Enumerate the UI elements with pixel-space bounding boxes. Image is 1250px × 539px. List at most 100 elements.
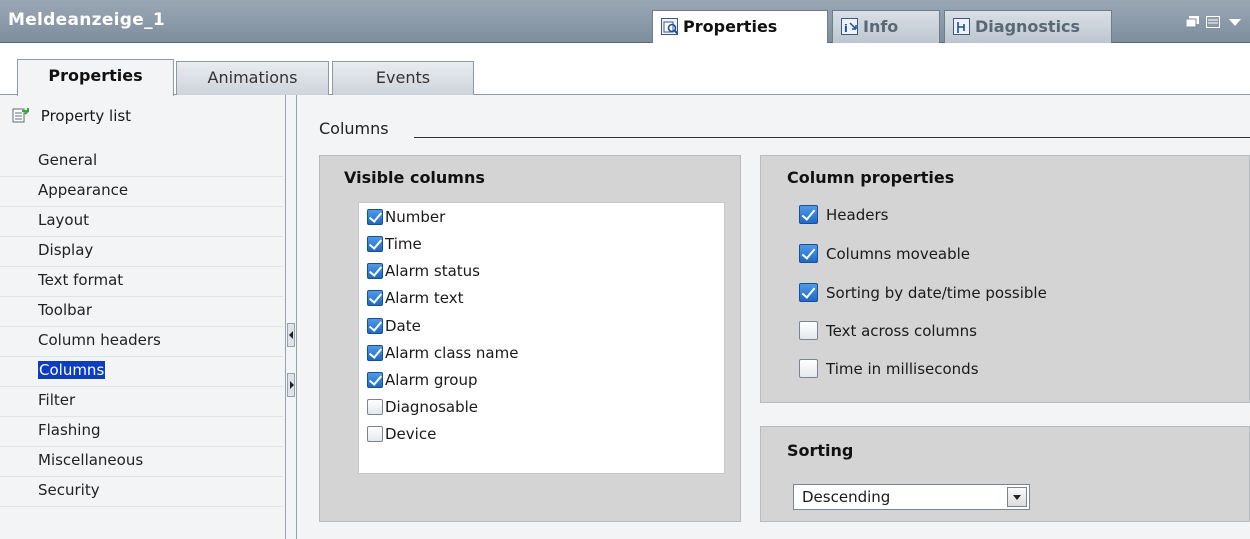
column-checkbox-label: Alarm status — [385, 262, 480, 280]
property-navigation: Property list General Appearance Layout … — [0, 95, 285, 539]
nav-item-miscellaneous[interactable]: Miscellaneous — [0, 447, 283, 477]
sorting-dropdown[interactable]: Descending — [793, 484, 1030, 510]
restore-window-icon[interactable] — [1185, 14, 1200, 28]
section-divider — [414, 137, 1250, 138]
sorting-by-date-label: Sorting by date/time possible — [826, 284, 1047, 302]
checkbox[interactable] — [799, 321, 818, 340]
sorting-title: Sorting — [787, 441, 854, 460]
tab-events[interactable]: Events — [332, 61, 474, 95]
nav-item-label: Columns — [36, 360, 107, 380]
chevron-down-icon[interactable] — [1007, 487, 1027, 507]
nav-item-text-format[interactable]: Text format — [0, 267, 283, 297]
tab-animations-label: Animations — [207, 68, 298, 87]
checkbox[interactable] — [367, 318, 383, 334]
checkbox[interactable] — [367, 263, 383, 279]
column-properties-panel: Column properties Headers Columns moveab… — [760, 155, 1250, 403]
nav-item-label: Toolbar — [38, 301, 93, 319]
column-checkbox-device[interactable]: Device — [367, 425, 436, 447]
nav-item-label: Miscellaneous — [38, 451, 144, 469]
nav-item-general[interactable]: General — [0, 147, 283, 177]
nav-list: General Appearance Layout Display Text f… — [0, 147, 283, 507]
nav-item-label: Text format — [38, 271, 124, 289]
column-checkbox-label: Alarm class name — [385, 344, 519, 362]
column-checkbox-diagnosable[interactable]: Diagnosable — [367, 398, 478, 420]
collapse-left-button[interactable] — [287, 323, 295, 347]
tab-properties-label: Properties — [48, 66, 143, 85]
column-checkbox-number[interactable]: Number — [367, 208, 445, 230]
sorting-by-date-checkbox[interactable]: Sorting by date/time possible — [799, 283, 1047, 307]
property-list-label: Property list — [40, 107, 132, 125]
nav-item-toolbar[interactable]: Toolbar — [0, 297, 283, 327]
checkbox[interactable] — [367, 290, 383, 306]
column-checkbox-alarm-text[interactable]: Alarm text — [367, 289, 464, 311]
column-checkbox-label: Alarm group — [385, 371, 478, 389]
subtab-bar: Properties Animations Events — [0, 43, 1250, 96]
nav-item-label: Display — [38, 241, 94, 259]
visible-columns-list[interactable]: Number Time Alarm status Alarm text Date… — [358, 202, 725, 474]
nav-item-label: Security — [38, 481, 100, 499]
checkbox[interactable] — [799, 359, 818, 378]
tab-diagnostics-top-label: Diagnostics — [975, 17, 1081, 36]
nav-item-label: Filter — [38, 391, 76, 409]
list-layout-icon[interactable] — [1206, 14, 1220, 28]
column-checkbox-label: Time — [385, 235, 422, 253]
checkbox[interactable] — [367, 426, 383, 442]
property-list-link[interactable]: Property list — [12, 107, 131, 128]
checkbox[interactable] — [799, 283, 818, 302]
nav-item-display[interactable]: Display — [0, 237, 283, 267]
nav-item-column-headers[interactable]: Column headers — [0, 327, 283, 357]
sorting-dropdown-value: Descending — [802, 488, 891, 506]
nav-item-label: Column headers — [38, 331, 161, 349]
column-checkbox-time[interactable]: Time — [367, 235, 422, 257]
nav-item-label: Flashing — [38, 421, 101, 439]
checkbox[interactable] — [367, 236, 383, 252]
chevron-right-icon — [290, 381, 294, 389]
column-checkbox-alarm-status[interactable]: Alarm status — [367, 262, 480, 284]
column-checkbox-alarm-class-name[interactable]: Alarm class name — [367, 344, 518, 366]
headers-label: Headers — [826, 206, 889, 224]
checkbox[interactable] — [367, 399, 383, 415]
column-checkbox-label: Diagnosable — [385, 398, 479, 416]
diagnostics-icon — [953, 18, 970, 35]
column-checkbox-label: Alarm text — [385, 289, 464, 307]
tab-properties-top[interactable]: Properties — [652, 10, 828, 44]
column-checkbox-label: Device — [385, 425, 437, 443]
splitter[interactable] — [285, 95, 297, 539]
headers-checkbox[interactable]: Headers — [799, 205, 888, 229]
columns-moveable-checkbox[interactable]: Columns moveable — [799, 244, 970, 268]
nav-item-label: Appearance — [38, 181, 129, 199]
svg-text:i: i — [844, 22, 848, 35]
tab-animations[interactable]: Animations — [176, 61, 329, 95]
nav-item-columns[interactable]: Columns — [0, 357, 283, 387]
expand-right-button[interactable] — [287, 373, 295, 397]
nav-item-label: Layout — [38, 211, 89, 229]
column-checkbox-date[interactable]: Date — [367, 317, 421, 339]
tab-info-top[interactable]: i Info — [832, 10, 940, 43]
tab-properties[interactable]: Properties — [17, 59, 174, 96]
nav-item-filter[interactable]: Filter — [0, 387, 283, 417]
checkbox[interactable] — [799, 205, 818, 224]
tab-diagnostics-top[interactable]: Diagnostics — [944, 10, 1112, 43]
text-across-columns-checkbox[interactable]: Text across columns — [799, 321, 977, 345]
window-title: Meldeanzeige_1 — [8, 10, 166, 30]
tab-events-label: Events — [375, 68, 431, 87]
checkbox[interactable] — [799, 244, 818, 263]
chevron-down-icon[interactable] — [1228, 14, 1242, 26]
nav-item-layout[interactable]: Layout — [0, 207, 283, 237]
title-bar: Meldeanzeige_1 Properties i Info Diagnos… — [0, 0, 1250, 44]
checkbox[interactable] — [367, 209, 383, 225]
time-in-ms-label: Time in milliseconds — [826, 360, 979, 378]
columns-settings: Columns Visible columns Number Time Alar… — [297, 95, 1250, 539]
column-checkbox-label: Number — [385, 208, 446, 226]
inspect-properties-icon — [661, 18, 679, 35]
text-across-columns-label: Text across columns — [826, 322, 977, 340]
nav-item-appearance[interactable]: Appearance — [0, 177, 283, 207]
section-title: Columns — [319, 119, 389, 138]
nav-item-flashing[interactable]: Flashing — [0, 417, 283, 447]
checkbox[interactable] — [367, 345, 383, 361]
checkbox[interactable] — [367, 372, 383, 388]
chevron-left-icon — [289, 331, 293, 339]
nav-item-security[interactable]: Security — [0, 477, 283, 507]
column-checkbox-alarm-group[interactable]: Alarm group — [367, 371, 477, 393]
time-in-ms-checkbox[interactable]: Time in milliseconds — [799, 359, 979, 383]
